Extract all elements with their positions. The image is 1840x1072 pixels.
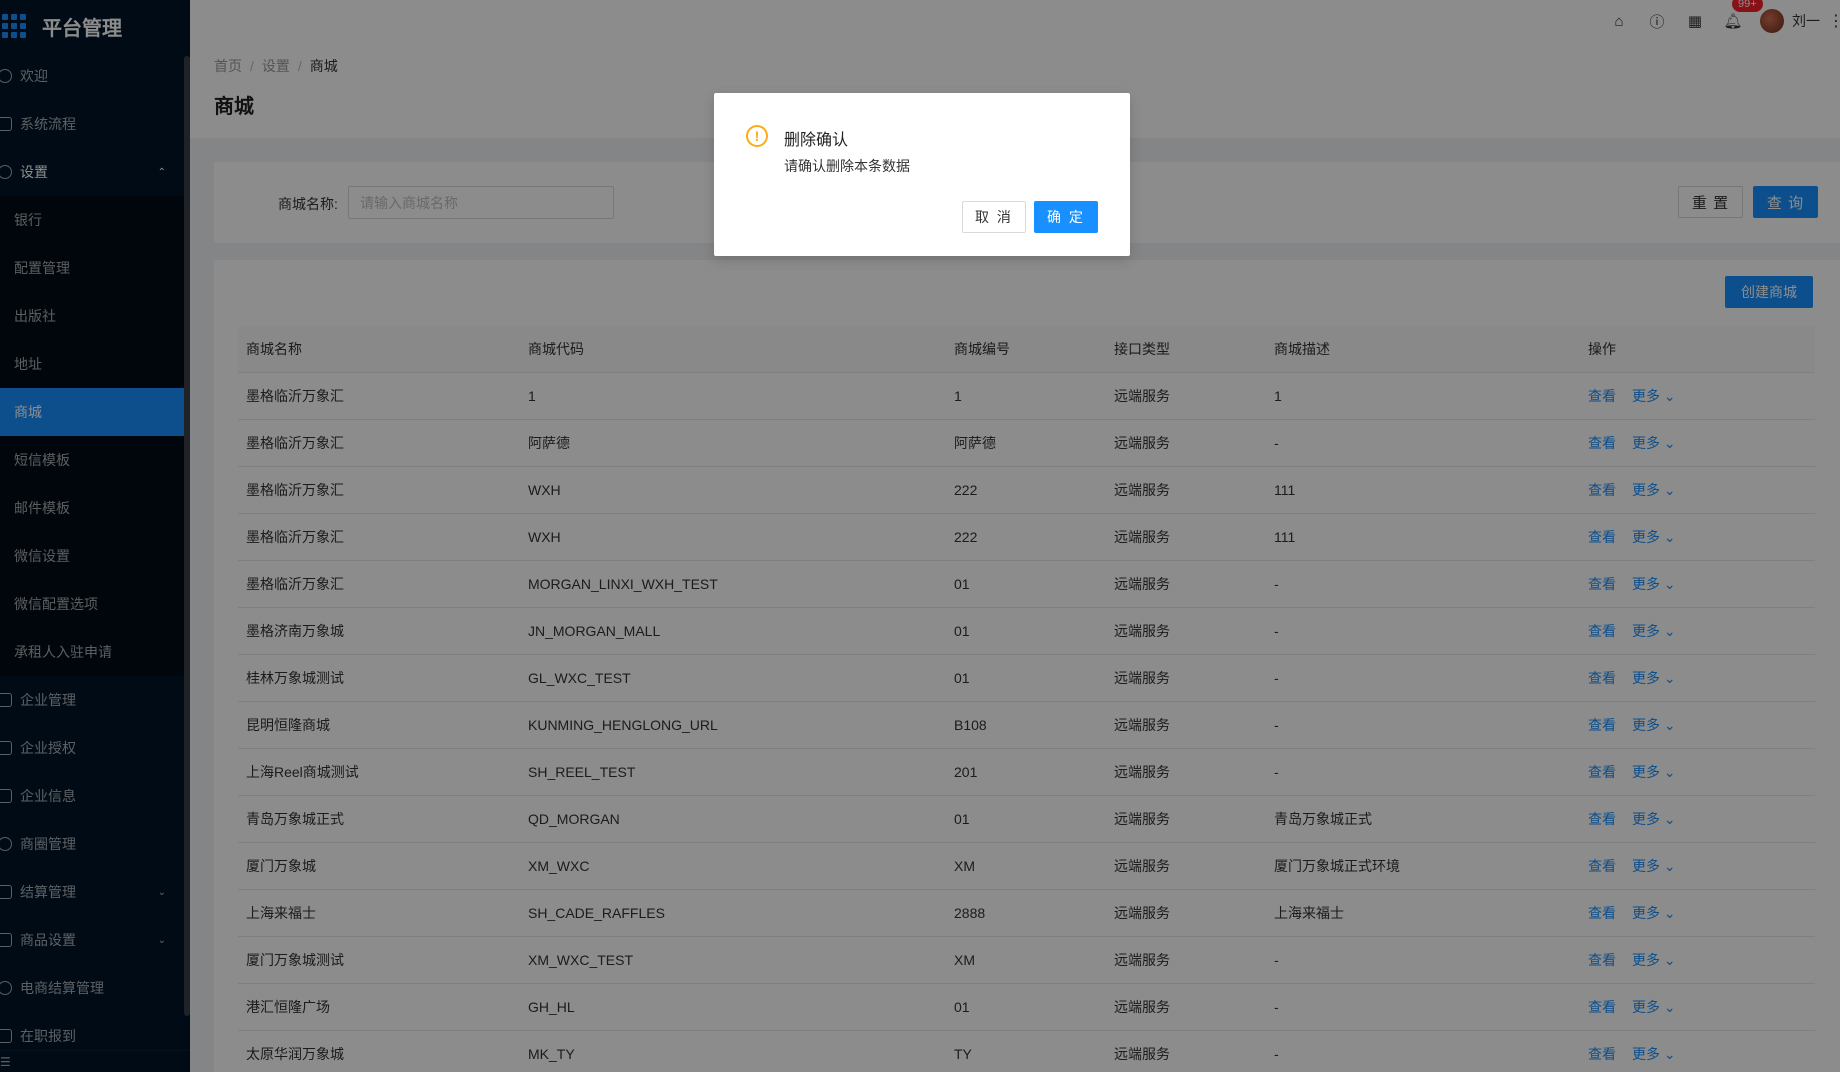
exclamation-circle-icon: !	[746, 125, 768, 147]
ok-button[interactable]: 确 定	[1034, 201, 1098, 233]
delete-confirm-modal: ! 删除确认 请确认删除本条数据 取 消 确 定	[714, 93, 1130, 256]
modal-content: 请确认删除本条数据	[784, 158, 910, 174]
cancel-button[interactable]: 取 消	[962, 201, 1026, 233]
modal-title: 删除确认	[784, 132, 849, 149]
